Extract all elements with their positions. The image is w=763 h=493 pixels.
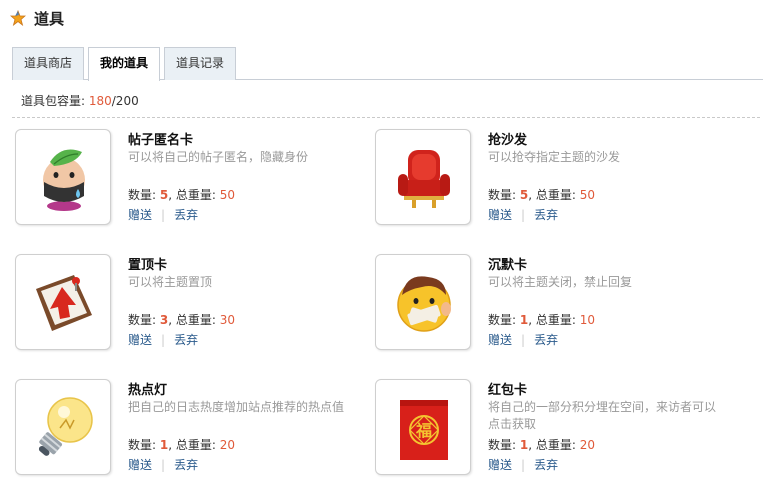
- item-count: 1: [159, 438, 169, 452]
- count-label: 数量:: [488, 313, 520, 327]
- item-stats: 数量: 3, 总重量: 30: [128, 311, 235, 328]
- action-separator: |: [521, 333, 526, 347]
- item-actions: 赠送 | 丢弃: [128, 206, 198, 223]
- red-envelope-icon: 福: [375, 379, 471, 475]
- divider: [12, 117, 760, 118]
- light-bulb-icon: [15, 379, 111, 475]
- item-count: 1: [519, 313, 529, 327]
- item-weight: 20: [219, 438, 235, 452]
- item-name: 抢沙发: [488, 133, 528, 148]
- item-description: 将自己的一部分积分埋在空间，来访者可以点击获取: [488, 400, 717, 431]
- page-title: 道具: [34, 9, 65, 28]
- tab-item-shop[interactable]: 道具商店: [12, 47, 85, 80]
- count-label: 数量:: [488, 188, 520, 202]
- star-icon: [9, 9, 27, 27]
- item-description: 把自己的日志热度增加站点推荐的热点值: [128, 400, 345, 414]
- weight-label: , 总重量:: [528, 438, 580, 452]
- silenced-face-icon: [375, 254, 471, 350]
- action-separator: |: [161, 208, 166, 222]
- masked-man-icon: [15, 129, 111, 225]
- weight-label: , 总重量:: [168, 313, 220, 327]
- weight-label: , 总重量:: [528, 313, 580, 327]
- weight-label: , 总重量:: [168, 188, 220, 202]
- item-actions: 赠送 | 丢弃: [128, 331, 198, 348]
- item-stats: 数量: 1, 总重量: 10: [488, 311, 595, 328]
- item-name: 帖子匿名卡: [128, 133, 194, 148]
- item-stats: 数量: 1, 总重量: 20: [488, 436, 595, 453]
- give-link[interactable]: 赠送: [488, 208, 512, 222]
- item-weight: 30: [219, 313, 235, 327]
- item-card: 置顶卡 可以将主题置顶 数量: 3, 总重量: 30 赠送 | 丢弃: [15, 254, 395, 354]
- discard-link[interactable]: 丢弃: [174, 458, 198, 472]
- action-separator: |: [521, 208, 526, 222]
- capacity-used: 180: [88, 94, 112, 108]
- count-label: 数量:: [488, 438, 520, 452]
- give-link[interactable]: 赠送: [128, 333, 152, 347]
- item-actions: 赠送 | 丢弃: [488, 456, 558, 473]
- tab-bar: 道具商店 我的道具 道具记录: [12, 47, 763, 81]
- item-name: 置顶卡: [128, 258, 168, 273]
- sofa-icon: [375, 129, 471, 225]
- item-count: 5: [159, 188, 169, 202]
- give-link[interactable]: 赠送: [128, 208, 152, 222]
- discard-link[interactable]: 丢弃: [534, 458, 558, 472]
- count-label: 数量:: [128, 313, 160, 327]
- item-card: 热点灯 把自己的日志热度增加站点推荐的热点值 数量: 1, 总重量: 20 赠送…: [15, 379, 395, 479]
- give-link[interactable]: 赠送: [488, 458, 512, 472]
- item-count: 1: [519, 438, 529, 452]
- tab-item-records[interactable]: 道具记录: [164, 47, 237, 80]
- capacity-info: 道具包容量: 180/200: [21, 92, 139, 109]
- action-separator: |: [521, 458, 526, 472]
- weight-label: , 总重量:: [528, 188, 580, 202]
- item-description: 可以将自己的帖子匿名，隐藏身份: [128, 150, 309, 164]
- item-actions: 赠送 | 丢弃: [488, 206, 558, 223]
- give-link[interactable]: 赠送: [488, 333, 512, 347]
- discard-link[interactable]: 丢弃: [174, 208, 198, 222]
- item-description: 可以将主题关闭，禁止回复: [488, 275, 633, 289]
- item-name: 沉默卡: [488, 258, 528, 273]
- capacity-total: /200: [111, 94, 139, 108]
- item-stats: 数量: 1, 总重量: 20: [128, 436, 235, 453]
- action-separator: |: [161, 333, 166, 347]
- item-name: 红包卡: [488, 383, 528, 398]
- item-actions: 赠送 | 丢弃: [128, 456, 198, 473]
- discard-link[interactable]: 丢弃: [534, 208, 558, 222]
- weight-label: , 总重量:: [168, 438, 220, 452]
- item-weight: 50: [579, 188, 595, 202]
- item-card: 帖子匿名卡 可以将自己的帖子匿名，隐藏身份 数量: 5, 总重量: 50 赠送 |…: [15, 129, 395, 229]
- item-weight: 10: [579, 313, 595, 327]
- item-card: 抢沙发 可以抢夺指定主题的沙发 数量: 5, 总重量: 50 赠送 | 丢弃: [375, 129, 755, 229]
- item-count: 5: [519, 188, 529, 202]
- item-card: 福 红包卡 将自己的一部分积分埋在空间，来访者可以点击获取 数量: 1, 总重量…: [375, 379, 755, 479]
- item-weight: 20: [579, 438, 595, 452]
- discard-link[interactable]: 丢弃: [174, 333, 198, 347]
- svg-text:福: 福: [415, 421, 432, 440]
- action-separator: |: [161, 458, 166, 472]
- item-count: 3: [159, 313, 169, 327]
- discard-link[interactable]: 丢弃: [534, 333, 558, 347]
- count-label: 数量:: [128, 188, 160, 202]
- item-card: 沉默卡 可以将主题关闭，禁止回复 数量: 1, 总重量: 10 赠送 | 丢弃: [375, 254, 755, 354]
- item-stats: 数量: 5, 总重量: 50: [488, 186, 595, 203]
- item-weight: 50: [219, 188, 235, 202]
- item-stats: 数量: 5, 总重量: 50: [128, 186, 235, 203]
- item-name: 热点灯: [128, 383, 168, 398]
- give-link[interactable]: 赠送: [128, 458, 152, 472]
- item-description: 可以将主题置顶: [128, 275, 213, 289]
- pin-top-icon: [15, 254, 111, 350]
- item-actions: 赠送 | 丢弃: [488, 331, 558, 348]
- item-description: 可以抢夺指定主题的沙发: [488, 150, 621, 164]
- page-header: 道具: [9, 8, 65, 28]
- tab-my-items[interactable]: 我的道具: [88, 47, 161, 81]
- capacity-label: 道具包容量:: [21, 94, 89, 108]
- count-label: 数量:: [128, 438, 160, 452]
